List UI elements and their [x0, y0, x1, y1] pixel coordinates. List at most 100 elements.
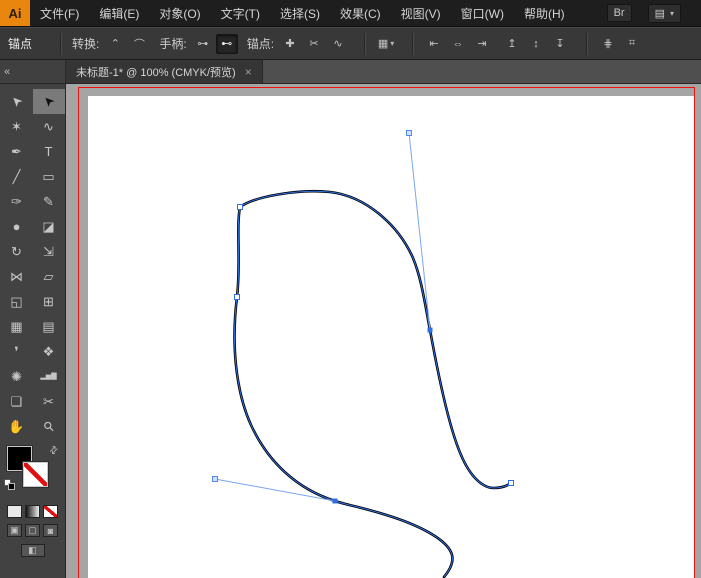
direction-handle-endpoint[interactable]: [212, 476, 218, 482]
add-anchor-button[interactable]: ✚: [279, 34, 301, 54]
perspective-grid-tool[interactable]: ⊞: [33, 289, 65, 314]
anchor-point-selected[interactable]: [332, 498, 338, 504]
swap-fill-stroke-icon[interactable]: ⇄: [47, 444, 61, 458]
menu-view[interactable]: 视图(V): [391, 0, 451, 26]
align-bottom-button[interactable]: ↧: [549, 34, 571, 54]
connect-anchor-button[interactable]: ∿: [327, 34, 349, 54]
line-segment-tool[interactable]: ╱: [1, 164, 33, 189]
paintbrush-tool[interactable]: ✑: [1, 189, 33, 214]
anchor-point[interactable]: [234, 294, 240, 300]
symbol-sprayer-tool[interactable]: ✺: [1, 364, 33, 389]
screen-mode-button[interactable]: ◧: [20, 544, 45, 557]
eyedropper-tool-icon: ❜: [14, 344, 19, 359]
pencil-tool[interactable]: ✎: [33, 189, 65, 214]
type-tool[interactable]: T: [33, 139, 65, 164]
menu-object[interactable]: 对象(O): [149, 0, 210, 26]
eraser-tool-icon: ◪: [42, 219, 55, 234]
show-handles-button[interactable]: ⊶: [192, 34, 214, 54]
align-left-button[interactable]: ⇤: [423, 34, 445, 54]
slice-tool[interactable]: ✂: [33, 389, 65, 414]
gradient-button[interactable]: [25, 505, 40, 518]
separator: [586, 32, 589, 55]
align-right-button[interactable]: ⇥: [471, 34, 493, 54]
anchors-group-label: 锚点:: [246, 37, 275, 51]
rectangle-tool[interactable]: ▭: [33, 164, 65, 189]
direct-selection-tool[interactable]: ➤: [32, 89, 65, 114]
fill-stroke-controls: ⇄: [0, 443, 65, 499]
menu-file[interactable]: 文件(F): [30, 0, 89, 26]
artboard-tool[interactable]: ❏: [1, 389, 33, 414]
lasso-tool[interactable]: ∿: [33, 114, 65, 139]
path-layer: [212, 130, 514, 578]
menu-edit[interactable]: 编辑(E): [89, 0, 149, 26]
draw-inside-button[interactable]: ◙: [43, 524, 58, 537]
hand-tool[interactable]: ✋: [1, 414, 33, 439]
shape-builder-tool-icon: ◱: [10, 294, 23, 309]
menu-select[interactable]: 选择(S): [270, 0, 330, 26]
column-graph-tool[interactable]: ▂▅▇: [33, 364, 65, 389]
gradient-tool[interactable]: ▤: [33, 314, 65, 339]
convert-group-label: 转换:: [72, 37, 100, 51]
align-top-button[interactable]: ↥: [501, 34, 523, 54]
free-transform-tool-icon: ▱: [43, 269, 54, 284]
drawn-path[interactable]: [233, 190, 513, 578]
type-tool-icon: T: [44, 144, 53, 159]
distribute-v-button[interactable]: ⌗: [621, 34, 643, 54]
direction-handle-line: [408, 132, 431, 331]
menu-items: 文件(F) 编辑(E) 对象(O) 文字(T) 选择(S) 效果(C) 视图(V) 窗口(W)…: [30, 0, 575, 26]
anchor-point-selected[interactable]: [427, 327, 433, 333]
tool-grid: ➤ ➤ ✶ ∿ ✒ T ╱ ▭ ✑ ✎ ● ◪ ↻ ⇲ ⋈ ▱ ◱ ⊞ ▦ ▤ ❜ ❖ ✺ ▂▅▇ ❏ ✂ ✋ ⚲: [0, 84, 65, 439]
selection-tool[interactable]: ➤: [1, 89, 33, 114]
distribute-h-button[interactable]: ⋕: [597, 34, 619, 54]
distribute-group: ⋕ ⌗: [596, 34, 644, 54]
default-fill-stroke-icon[interactable]: [4, 479, 15, 490]
anchor-point[interactable]: [237, 204, 243, 210]
zoom-tool[interactable]: ⚲: [33, 414, 65, 439]
convert-to-smooth-button[interactable]: ⌒: [128, 34, 150, 54]
blob-brush-tool[interactable]: ●: [1, 214, 33, 239]
perspective-grid-tool-icon: ⊞: [43, 294, 54, 309]
menu-effect[interactable]: 效果(C): [330, 0, 391, 26]
transform-menu-button[interactable]: ▦ ▾: [375, 34, 397, 54]
canvas-area[interactable]: [66, 84, 701, 578]
direction-handle-line: [214, 478, 336, 502]
column-graph-tool-icon: ▂▅▇: [40, 373, 57, 380]
magic-wand-tool[interactable]: ✶: [1, 114, 33, 139]
pen-tool[interactable]: ✒: [1, 139, 33, 164]
tools-panel: ➤ ➤ ✶ ∿ ✒ T ╱ ▭ ✑ ✎ ● ◪ ↻ ⇲ ⋈ ▱ ◱ ⊞ ▦ ▤ ❜ ❖ ✺ ▂▅▇ ❏ ✂ ✋ ⚲ ⇄ ▣ ▢ ◙ ◧: [0, 84, 66, 578]
menu-help[interactable]: 帮助(H): [514, 0, 575, 26]
arrange-documents-button[interactable]: ▤ ▾: [647, 3, 681, 23]
collapse-panel-icon[interactable]: «: [4, 66, 10, 78]
eraser-tool[interactable]: ◪: [33, 214, 65, 239]
anchor-point[interactable]: [508, 480, 514, 486]
stroke-swatch[interactable]: [23, 462, 48, 487]
color-button[interactable]: [7, 505, 22, 518]
document-tab[interactable]: 未标题-1* @ 100% (CMYK/预览) ×: [66, 60, 263, 83]
width-tool[interactable]: ⋈: [1, 264, 33, 289]
free-transform-tool[interactable]: ▱: [33, 264, 65, 289]
scale-tool[interactable]: ⇲: [33, 239, 65, 264]
align-v-middle-button[interactable]: ↕: [525, 34, 547, 54]
menu-type[interactable]: 文字(T): [211, 0, 270, 26]
tab-close-icon[interactable]: ×: [245, 65, 252, 79]
blend-tool[interactable]: ❖: [33, 339, 65, 364]
convert-to-corner-button[interactable]: ⌃: [104, 34, 126, 54]
none-button[interactable]: [43, 505, 58, 518]
draw-behind-button[interactable]: ▢: [25, 524, 40, 537]
eyedropper-tool[interactable]: ❜: [1, 339, 33, 364]
shape-builder-tool[interactable]: ◱: [1, 289, 33, 314]
illustrator-window: Ai 文件(F) 编辑(E) 对象(O) 文字(T) 选择(S) 效果(C) 视图(V) 窗口…: [0, 0, 701, 578]
tool-panel-header: «: [0, 60, 66, 83]
separator: [412, 32, 415, 55]
draw-normal-button[interactable]: ▣: [7, 524, 22, 537]
menu-window[interactable]: 窗口(W): [451, 0, 514, 26]
rotate-tool[interactable]: ↻: [1, 239, 33, 264]
mesh-tool[interactable]: ▦: [1, 314, 33, 339]
remove-anchor-button[interactable]: ✂: [303, 34, 325, 54]
launch-bridge-button[interactable]: Br: [606, 4, 632, 22]
hide-handles-button[interactable]: ⊷: [215, 33, 238, 54]
direction-handle-endpoint[interactable]: [406, 130, 412, 136]
align-h-center-button[interactable]: ⇔: [447, 34, 469, 54]
document-tab-title: 未标题-1* @ 100% (CMYK/预览): [76, 66, 236, 79]
mesh-tool-icon: ▦: [10, 319, 23, 334]
